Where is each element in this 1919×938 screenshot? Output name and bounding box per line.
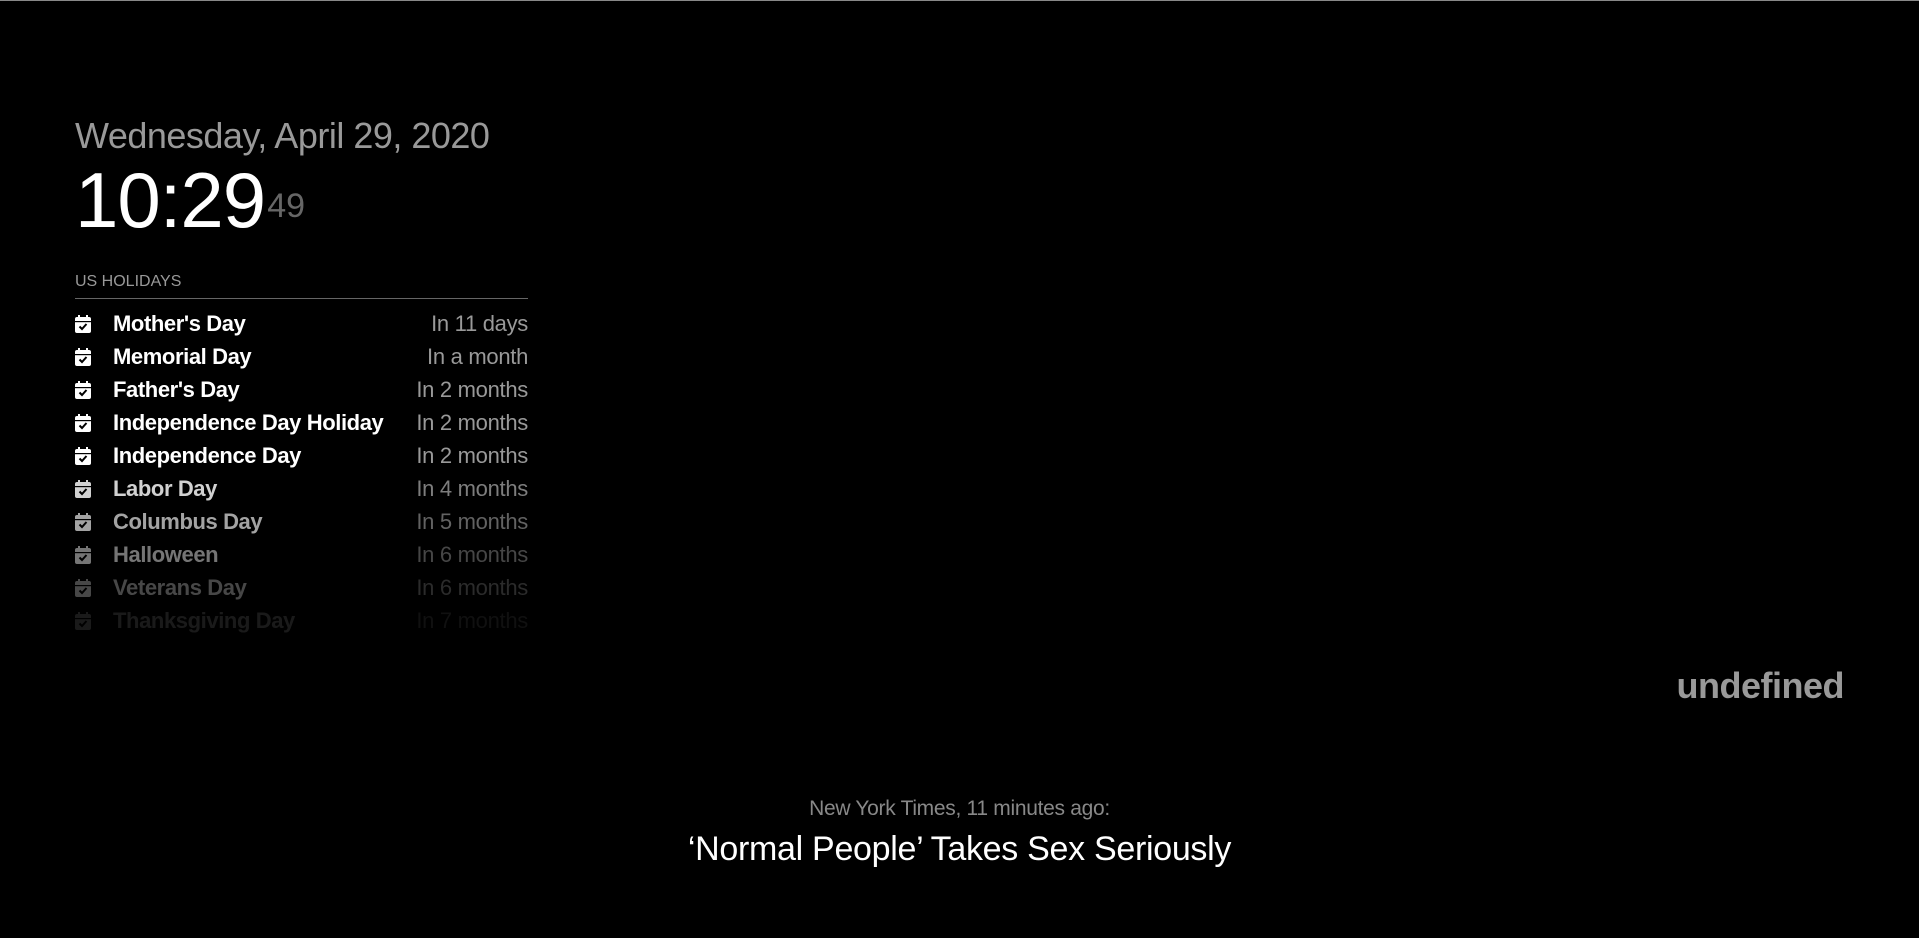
calendar-event-time: In 4 months xyxy=(416,475,528,501)
calendar-event: Veterans Day In 6 months xyxy=(75,571,528,604)
calendar-event-time: In 2 months xyxy=(416,409,528,435)
calendar-check-icon xyxy=(75,571,113,604)
calendar-event-time: In 6 months xyxy=(416,574,528,600)
calendar-event-list: Mother's Day In 11 days Memorial Day In … xyxy=(75,307,528,637)
calendar-event-title: Father's Day xyxy=(113,376,240,402)
calendar-event: Thanksgiving Day In 7 months xyxy=(75,604,528,637)
calendar-event: Halloween In 6 months xyxy=(75,538,528,571)
compliment-text: undefined xyxy=(1676,665,1845,706)
calendar-event-title: Thanksgiving Day xyxy=(113,607,295,633)
calendar-event-title: Memorial Day xyxy=(113,343,252,369)
clock-date: Wednesday, April 29, 2020 xyxy=(75,115,490,156)
calendar-check-icon xyxy=(75,538,113,571)
calendar-event-time: In 11 days xyxy=(431,310,528,336)
calendar-event: Independence Day Holiday In 2 months xyxy=(75,406,528,439)
calendar-event-time: In 2 months xyxy=(416,376,528,402)
calendar-check-icon xyxy=(75,505,113,538)
calendar-event: Mother's Day In 11 days xyxy=(75,307,528,340)
calendar-event-title: Halloween xyxy=(113,541,219,567)
calendar-event-time: In 6 months xyxy=(416,541,528,567)
calendar-header: US HOLIDAYS xyxy=(75,270,528,299)
calendar-check-icon xyxy=(75,439,113,472)
calendar-event-title: Labor Day xyxy=(113,475,217,501)
calendar-event-title: Columbus Day xyxy=(113,508,263,534)
clock-hours-minutes: 10:29 xyxy=(75,156,266,244)
calendar-event-title: Independence Day Holiday xyxy=(113,409,384,435)
calendar-check-icon xyxy=(75,472,113,505)
calendar-check-icon xyxy=(75,307,113,340)
calendar-check-icon xyxy=(75,406,113,439)
calendar-event: Independence Day In 2 months xyxy=(75,439,528,472)
calendar-event-title: Veterans Day xyxy=(113,574,247,600)
calendar-event-time: In 7 months xyxy=(416,607,528,633)
calendar-event-title: Independence Day xyxy=(113,442,301,468)
clock-module: Wednesday, April 29, 2020 10:2949 xyxy=(75,112,490,240)
calendar-event: Labor Day In 4 months xyxy=(75,472,528,505)
calendar-event-time: In 2 months xyxy=(416,442,528,468)
calendar-check-icon xyxy=(75,604,113,637)
calendar-check-icon xyxy=(75,340,113,373)
newsfeed-module: New York Times, 11 minutes ago: ‘Normal … xyxy=(0,795,1919,871)
news-source: New York Times, 11 minutes ago: xyxy=(809,797,1110,820)
calendar-module: US HOLIDAYS Mother's Day In 11 days Memo… xyxy=(75,270,528,637)
clock-seconds: 49 xyxy=(267,187,306,225)
calendar-event-time: In 5 months xyxy=(416,508,528,534)
top-border xyxy=(0,0,1919,1)
calendar-event: Memorial Day In a month xyxy=(75,340,528,373)
calendar-event-title: Mother's Day xyxy=(113,310,246,336)
clock-time: 10:2949 xyxy=(75,160,489,240)
calendar-event: Father's Day In 2 months xyxy=(75,373,528,406)
news-headline: ‘Normal People’ Takes Sex Seriously xyxy=(687,830,1232,868)
calendar-event: Columbus Day In 5 months xyxy=(75,505,528,538)
calendar-event-time: In a month xyxy=(427,343,528,369)
calendar-check-icon xyxy=(75,373,113,406)
